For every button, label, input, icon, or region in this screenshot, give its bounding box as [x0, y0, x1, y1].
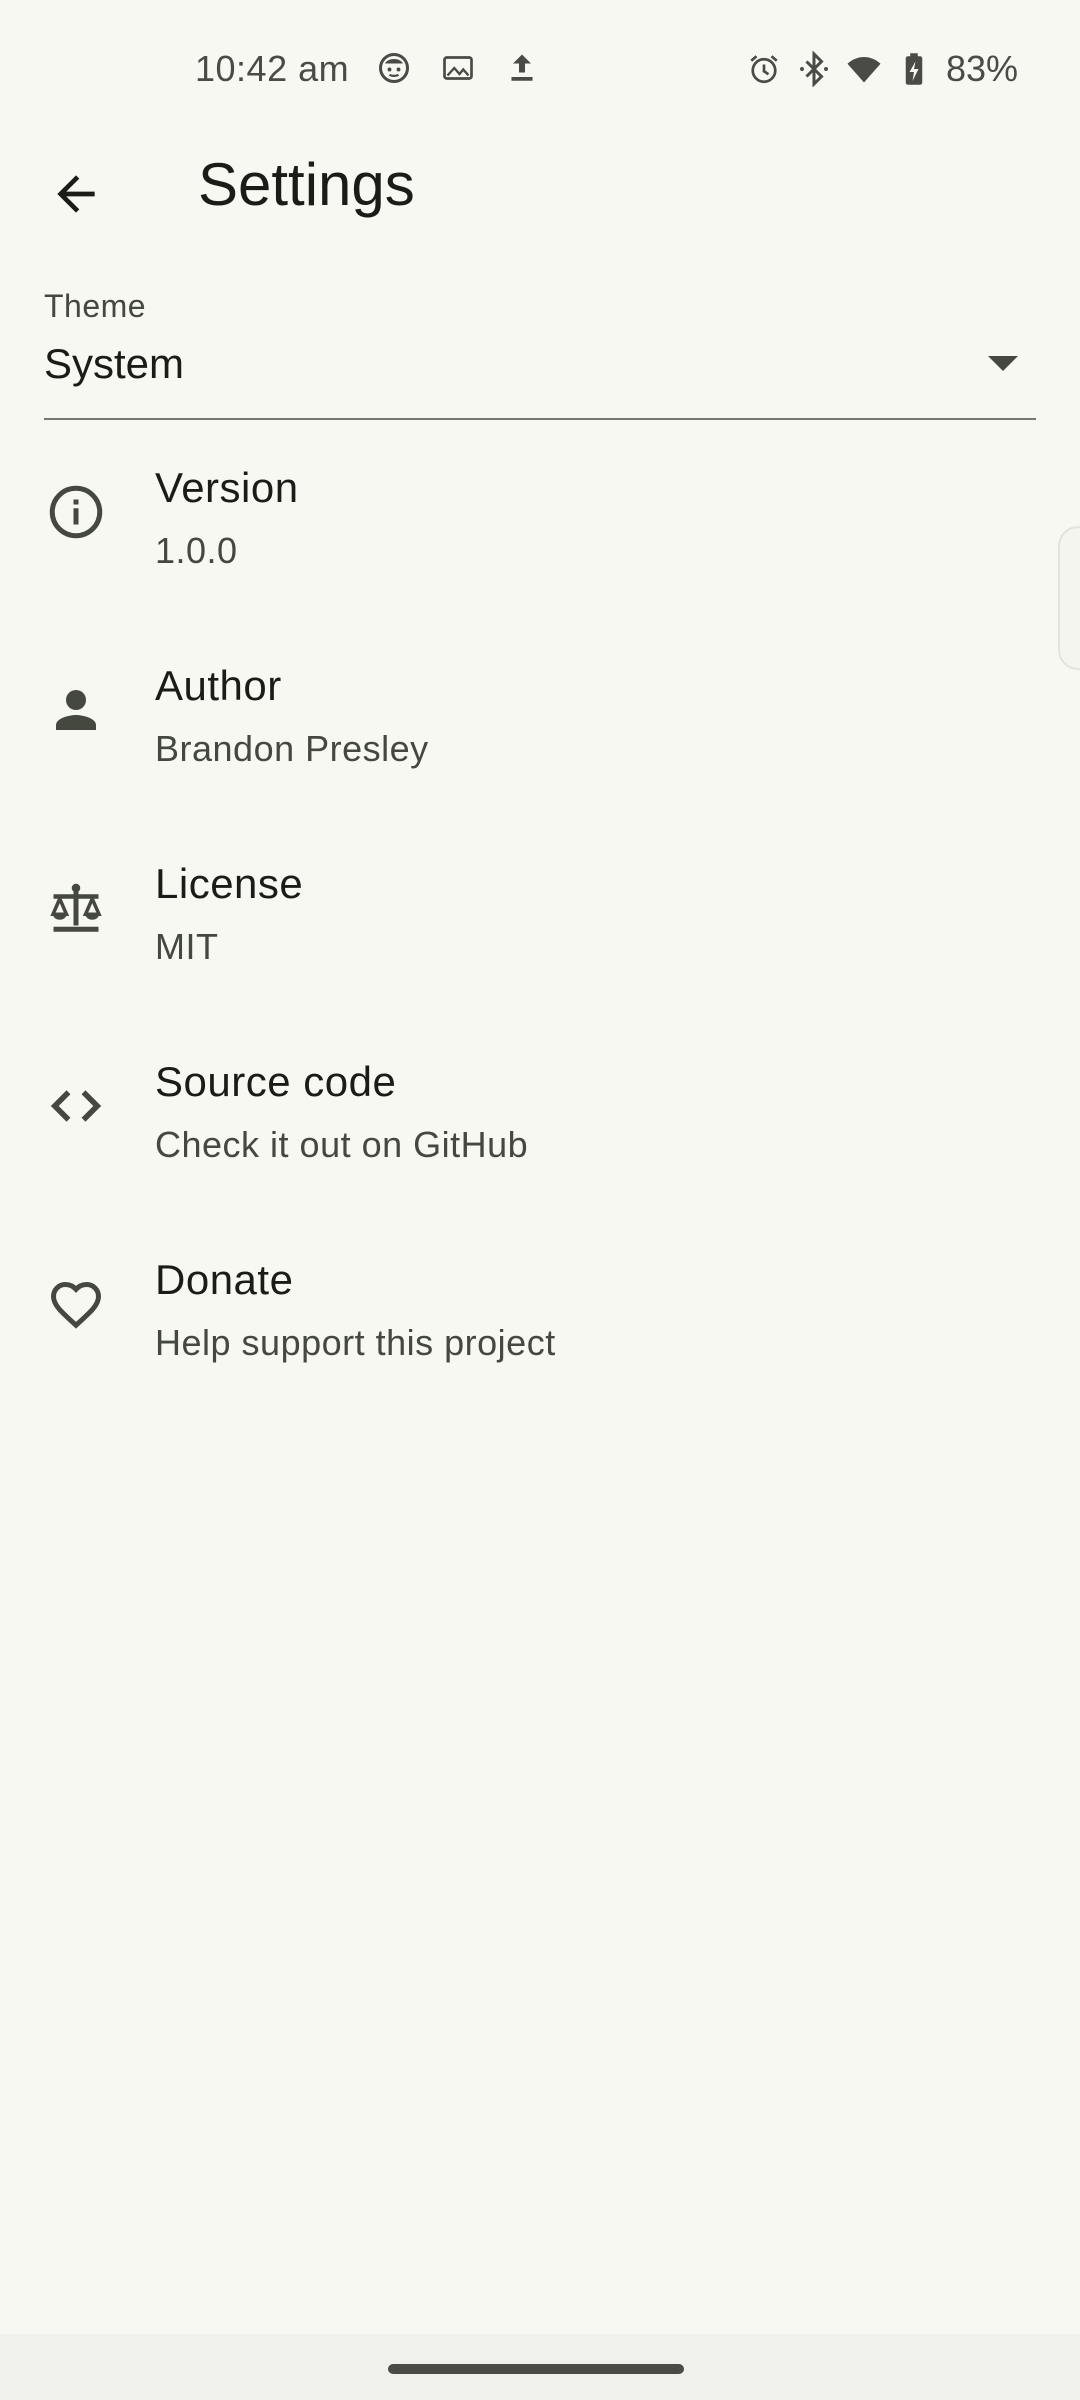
balance-scale-icon — [50, 883, 102, 932]
settings-list: Version 1.0.0 Author Brandon Presley Lic… — [0, 422, 1080, 1412]
edge-swipe-handle[interactable] — [1058, 526, 1080, 670]
alarm-icon — [750, 55, 778, 84]
version-title: Version — [155, 464, 299, 511]
status-time: 10:42 am — [195, 48, 350, 89]
author-title: Author — [155, 662, 282, 709]
list-item-license[interactable]: License MIT — [0, 818, 1080, 1016]
source-code-subtitle: Check it out on GitHub — [155, 1124, 529, 1165]
navigation-bar — [0, 2334, 1080, 2400]
battery-percent: 83% — [945, 48, 1018, 89]
donate-title: Donate — [155, 1256, 294, 1303]
version-subtitle: 1.0.0 — [155, 530, 238, 571]
theme-value: System — [44, 340, 185, 387]
theme-underline — [44, 418, 1036, 420]
arrow-back-icon — [57, 175, 95, 213]
wifi-icon — [847, 57, 881, 83]
license-subtitle: MIT — [155, 926, 219, 967]
info-icon — [49, 485, 103, 539]
list-item-author[interactable]: Author Brandon Presley — [0, 620, 1080, 818]
home-indicator[interactable] — [388, 2364, 684, 2374]
status-right: 83% — [746, 48, 1018, 90]
battery-charging-icon — [905, 53, 923, 85]
status-bar: 10:42 am 83% — [0, 0, 1080, 140]
status-left-icons — [376, 50, 540, 86]
page-title: Settings — [198, 151, 415, 218]
heart-icon — [50, 1281, 102, 1329]
license-title: License — [155, 860, 304, 907]
image-icon — [443, 56, 473, 80]
theme-label: Theme — [44, 288, 147, 324]
face-notification-icon — [379, 53, 409, 83]
donate-subtitle: Help support this project — [155, 1322, 556, 1363]
author-subtitle: Brandon Presley — [155, 728, 429, 769]
list-item-source-code[interactable]: Source code Check it out on GitHub — [0, 1016, 1080, 1214]
list-item-donate[interactable]: Donate Help support this project — [0, 1214, 1080, 1412]
dropdown-arrow-icon — [988, 356, 1018, 371]
code-icon — [50, 1090, 102, 1122]
person-icon — [56, 690, 96, 730]
back-button[interactable] — [36, 154, 116, 234]
list-item-version[interactable]: Version 1.0.0 — [0, 422, 1080, 620]
theme-dropdown[interactable]: Theme System — [44, 280, 1036, 420]
app-bar: Settings — [0, 140, 1080, 240]
upload-icon — [511, 54, 533, 81]
source-code-title: Source code — [155, 1058, 397, 1105]
bluetooth-icon — [799, 51, 828, 87]
